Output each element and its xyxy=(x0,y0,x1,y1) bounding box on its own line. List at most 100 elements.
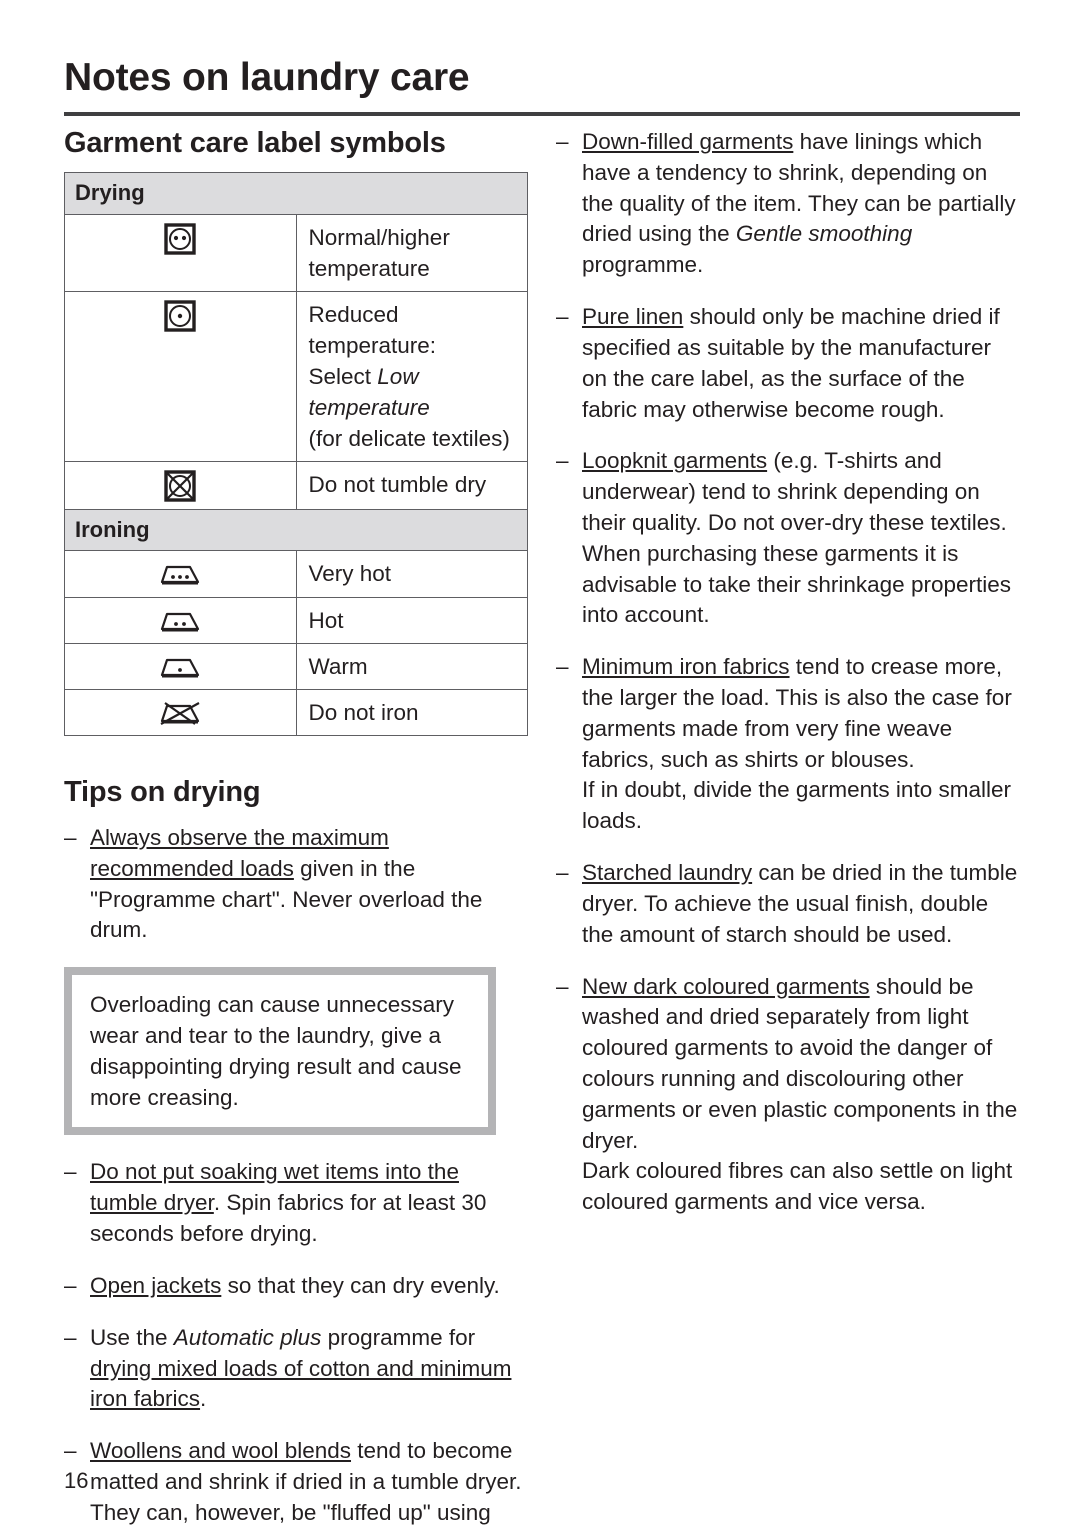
table-row: Warm xyxy=(64,642,528,690)
text-post: . xyxy=(200,1386,207,1412)
table-cell-label: Hot xyxy=(295,596,528,644)
garment-symbols-heading: Garment care label symbols xyxy=(64,127,446,159)
right-column: – Down-filled garments have linings whic… xyxy=(556,127,1020,1239)
label-text: Do not iron xyxy=(308,699,419,725)
emphasis-underline: Starched laundry xyxy=(582,860,753,886)
emphasis-underline: Down-filled garments xyxy=(582,129,794,154)
label-text: Warm xyxy=(308,653,368,679)
left-column: Garment care label symbols Drying Normal… xyxy=(64,127,528,1529)
table-cell-label: Reduced temperature: Select Low temperat… xyxy=(295,290,528,463)
list-item-text: Pure linen should only be machine dried … xyxy=(582,302,1020,425)
list-item-text: Starched laundry can be dried in the tum… xyxy=(582,858,1020,950)
text-second-paragraph: If in doubt, divide the garments into sm… xyxy=(582,777,1011,834)
emphasis-underline: Pure linen xyxy=(582,304,684,330)
text-mid: (e.g. T-shirts and underwear) tend to sh… xyxy=(582,448,1011,628)
text-mid: should be washed and dried separately fr… xyxy=(582,973,1018,1153)
emphasis-underline: Open jackets xyxy=(90,1272,222,1298)
table-cell-label: Very hot xyxy=(295,550,528,598)
list-item: – Starched laundry can be dried in the t… xyxy=(556,858,1020,950)
list-item: – Loopknit garments (e.g. T-shirts and u… xyxy=(556,446,1020,631)
list-item-text: Use the Automatic plus programme for dry… xyxy=(90,1323,528,1415)
bullet-dash: – xyxy=(64,1272,77,1298)
bullet-dash: – xyxy=(556,973,569,999)
table-row: Normal/higher temperature xyxy=(64,213,528,292)
emphasis-underline: drying mixed loads of cotton and minimum… xyxy=(90,1355,512,1412)
programme-name-italic: Automatic plus xyxy=(173,1324,322,1350)
label-text: Do not tumble dry xyxy=(308,472,487,498)
iron-two-dots-icon xyxy=(64,596,297,644)
section-header-ironing: Ironing xyxy=(64,509,528,552)
list-item: – Down-filled garments have linings whic… xyxy=(556,127,1020,281)
list-item-text: New dark coloured garments should be was… xyxy=(582,972,1020,1219)
tumble-dry-normal-icon xyxy=(64,213,297,292)
warning-note-box: Overloading can cause unnecessary wear a… xyxy=(64,967,496,1136)
section-header-drying: Drying xyxy=(64,172,528,215)
label-text: Normal/higher temperature xyxy=(308,224,450,281)
list-item: – Do not put soaking wet items into the … xyxy=(64,1157,528,1249)
table-row: Do not iron xyxy=(64,688,528,736)
text-pre: Use the xyxy=(90,1324,174,1350)
two-column-body: Garment care label symbols Drying Normal… xyxy=(64,127,1020,1525)
page-content: Notes on laundry care Garment care label… xyxy=(64,0,1020,1529)
label-text-line3: (for delicate textiles) xyxy=(308,426,510,452)
list-item: – Pure linen should only be machine drie… xyxy=(556,302,1020,425)
bullet-dash: – xyxy=(556,304,569,330)
table-row: Do not tumble dry xyxy=(64,461,528,511)
table-cell-label: Warm xyxy=(295,642,528,690)
label-text: Hot xyxy=(308,607,344,633)
list-item: – New dark coloured garments should be w… xyxy=(556,972,1020,1219)
list-item-rest: so that they can dry evenly. xyxy=(221,1272,500,1298)
bullet-dash: – xyxy=(64,824,77,850)
tumble-dry-reduced-icon xyxy=(64,290,297,463)
label-text-line1: Reduced temperature: xyxy=(308,301,437,358)
table-row: Hot xyxy=(64,596,528,644)
label-text-line2: Select Low temperature xyxy=(309,361,520,423)
iron-one-dot-icon xyxy=(64,642,297,690)
list-item-text: Always observe the maximum recommended l… xyxy=(90,823,528,946)
list-item: – Minimum iron fabrics tend to crease mo… xyxy=(556,652,1020,837)
table-cell-label: Normal/higher temperature xyxy=(295,213,528,292)
list-item: – Use the Automatic plus programme for d… xyxy=(64,1323,528,1415)
label-text: Very hot xyxy=(308,561,392,587)
page-number: 16 xyxy=(64,1468,89,1493)
bullet-dash: – xyxy=(556,129,569,154)
care-symbol-table: Drying Normal/higher temperature Reduced… xyxy=(64,172,528,736)
select-prefix: Select xyxy=(308,363,378,389)
bullet-dash: – xyxy=(64,1324,77,1350)
table-row: Very hot xyxy=(64,550,528,598)
do-not-tumble-dry-icon xyxy=(64,461,297,511)
title-divider xyxy=(64,111,1020,116)
list-item: – Open jackets so that they can dry even… xyxy=(64,1271,528,1302)
table-section-header-row: Ironing xyxy=(64,509,528,552)
list-item-text: Loopknit garments (e.g. T-shirts and und… xyxy=(582,446,1020,631)
programme-name-italic: Gentle smoothing xyxy=(735,221,913,247)
text-second-paragraph: Dark coloured fibres can also settle on … xyxy=(582,1158,1013,1215)
bullet-dash: – xyxy=(556,654,569,680)
text-post: programme. xyxy=(582,252,704,278)
bullet-dash: – xyxy=(64,1159,77,1185)
list-item: – Always observe the maximum recommended… xyxy=(64,823,528,946)
do-not-iron-icon xyxy=(64,688,297,736)
list-item-text: Do not put soaking wet items into the tu… xyxy=(90,1157,528,1249)
bullet-dash: – xyxy=(556,448,569,474)
emphasis-underline: Loopknit garments xyxy=(582,448,768,474)
page-title: Notes on laundry care xyxy=(64,56,470,99)
emphasis-underline: Woollens and wool blends xyxy=(90,1438,352,1464)
emphasis-underline: New dark coloured garments xyxy=(582,973,870,999)
tips-on-drying-heading: Tips on drying xyxy=(64,775,261,808)
list-item-text: Open jackets so that they can dry evenly… xyxy=(90,1271,528,1302)
text-mid: programme for xyxy=(321,1324,476,1350)
table-cell-label: Do not iron xyxy=(295,688,528,736)
emphasis-underline: Minimum iron fabrics xyxy=(582,654,790,680)
table-row: Reduced temperature: Select Low temperat… xyxy=(64,290,528,463)
list-item: – Woollens and wool blends tend to becom… xyxy=(64,1436,528,1529)
iron-three-dots-icon xyxy=(64,550,297,598)
list-item-text: Down-filled garments have linings which … xyxy=(582,127,1020,281)
table-section-header-row: Drying xyxy=(64,172,528,215)
table-cell-label: Do not tumble dry xyxy=(295,461,528,511)
list-item-text: Minimum iron fabrics tend to crease more… xyxy=(582,652,1020,837)
list-item-text: Woollens and wool blends tend to become … xyxy=(90,1436,528,1529)
bullet-dash: – xyxy=(556,860,569,886)
warning-note-text: Overloading can cause unnecessary wear a… xyxy=(90,992,462,1110)
document-page: Notes on laundry care Garment care label… xyxy=(0,0,1080,1529)
